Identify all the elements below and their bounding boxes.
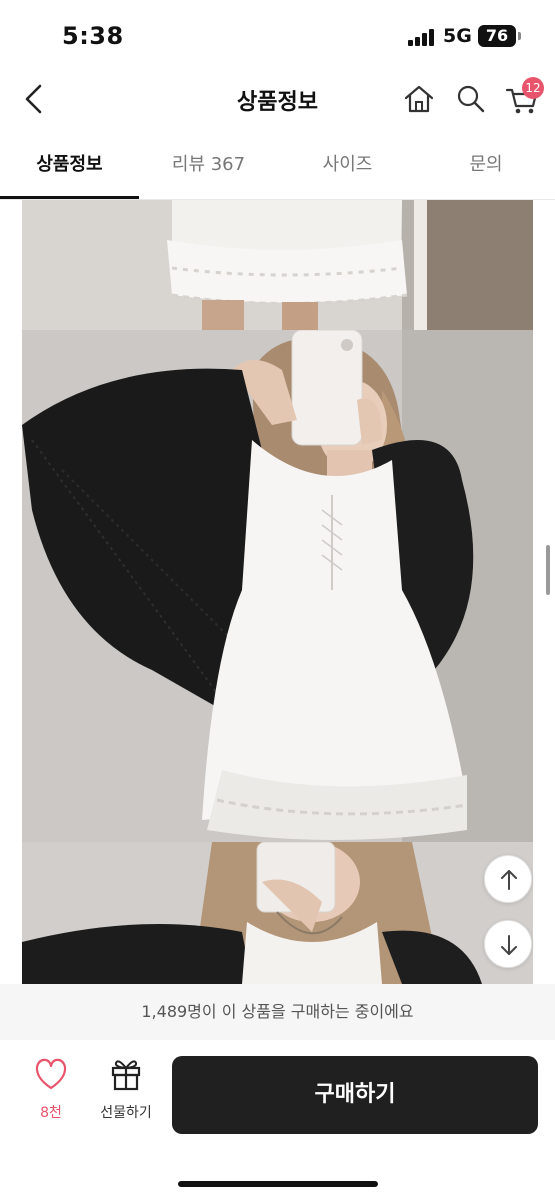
scroll-down-button[interactable] [484,920,532,968]
product-photo-1 [22,200,533,330]
home-icon [404,85,434,113]
battery-icon: 76 [478,25,516,47]
tab-bar: 상품정보 리뷰 367 사이즈 문의 [0,138,555,200]
tab-inquiry[interactable]: 문의 [417,138,555,200]
arrow-down-icon [501,935,517,955]
home-indicator [178,1181,378,1187]
heart-icon [35,1058,67,1090]
battery-tip [518,32,521,40]
status-time: 5:38 [62,22,124,50]
scroll-up-button[interactable] [484,855,532,903]
app-header: 상품정보 [0,70,555,130]
active-tab-indicator [0,196,139,199]
product-photo-2 [22,330,533,842]
status-bar: 5:38 5G 76 [0,0,555,70]
signal-icon [408,28,436,46]
gift-button[interactable]: 선물하기 [88,1054,164,1126]
home-button[interactable] [400,80,438,118]
network-label: 5G [443,25,472,47]
like-count: 8천 [40,1105,62,1121]
tab-size[interactable]: 사이즈 [278,138,417,200]
tab-product-info[interactable]: 상품정보 [0,138,139,200]
bottom-action-panel: 1,489명이 이 상품을 구매하는 중이에요 8천 선물하기 구매하기 [0,984,555,1200]
search-button[interactable] [452,80,490,118]
like-button[interactable]: 8천 [28,1054,74,1126]
scroll-indicator[interactable] [546,545,550,595]
product-photo-3 [22,842,533,984]
arrow-up-icon [501,870,517,890]
buy-button[interactable]: 구매하기 [172,1056,538,1134]
gift-label: 선물하기 [100,1105,152,1121]
cart-count-badge: 12 [522,77,544,99]
gift-icon [111,1060,141,1091]
search-icon [457,85,485,113]
tab-reviews[interactable]: 리뷰 367 [139,138,278,200]
buyers-count-text: 1,489명이 이 상품을 구매하는 중이에요 [0,984,555,1040]
